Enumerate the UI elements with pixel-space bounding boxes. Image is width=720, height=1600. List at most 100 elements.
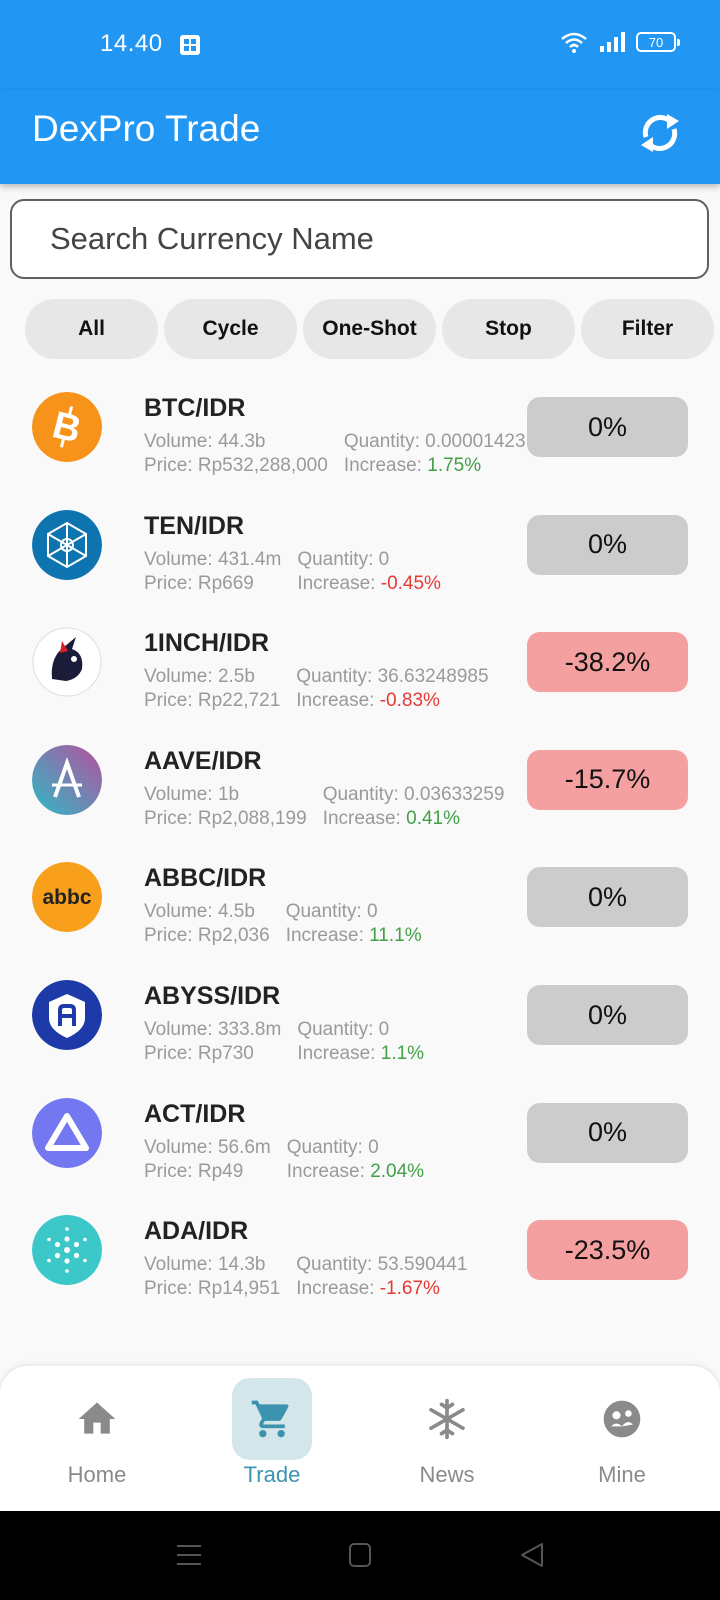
unicorn-icon [32,627,102,697]
nav-mine[interactable]: Mine [562,1378,682,1498]
chip-filter[interactable]: Filter [581,299,714,359]
coin-meta: Volume: 14.3b Quantity: 53.590441 Price: R… [144,1253,467,1301]
filter-chips: All Cycle One-Shot Stop Filter [25,299,714,359]
coin-meta: Volume: 2.5b Quantity: 36.63248985 Price: … [144,665,489,713]
percent-button[interactable]: 0% [527,1102,688,1163]
wifi-icon [561,32,587,53]
bottom-nav: Home Trade News Mine [0,1366,720,1511]
chip-all[interactable]: All [25,299,158,359]
increase-text: Increase: 2.04% [286,1160,425,1182]
quantity-text: Quantity: 0 [297,1019,390,1040]
pair-name: ACT/IDR [144,1099,246,1128]
search-input[interactable] [12,201,707,277]
volume-text: Volume: 2.5b [144,666,255,688]
face-icon [603,1400,641,1438]
percent-button[interactable]: -38.2% [527,632,688,693]
percent-button[interactable]: 0% [527,867,688,928]
coin-meta: Volume: 333.8m Quantity: 0 Price: Rp730 Inc… [144,1018,424,1066]
percent-button[interactable]: 0% [527,985,688,1045]
search-box [10,199,709,279]
percent-button[interactable]: 0% [527,397,688,457]
increase-value: 1.1% [380,1043,425,1064]
quantity-text: Quantity: 0 [297,548,390,570]
refresh-icon[interactable] [630,103,690,163]
coin-row[interactable]: TEN/IDR Volume: 431.4m Quantity: 0 Price: R… [0,509,720,630]
coin-row[interactable]: ACT/IDR Volume: 56.6m Quantity: 0 Price: Rp… [0,1097,720,1218]
nav-news-label: News [419,1462,475,1487]
cardano-icon [32,1215,102,1286]
abbc-icon: abbc [32,862,102,933]
pair-name: BTC/IDR [144,394,246,422]
abyss-icon [32,980,102,1050]
status-bar: 14.40 70 [0,0,720,90]
price-text: Price: Rp14,951 [144,1278,281,1300]
increase-value: 1.75% [427,455,482,476]
battery-level: 70 [648,34,664,50]
back-triangle-icon[interactable] [519,1542,545,1568]
coin-row[interactable]: AAVE/IDR Volume: 1b Quantity: 0.03633259 Pr… [0,744,720,865]
quantity-text: Quantity: 0.03633259 [322,783,505,805]
increase-text: Increase: -0.83% [296,690,440,712]
pair-name: AAVE/IDR [144,746,262,775]
coin-meta: Volume: 44.3b Quantity: 0.00001423 Price: … [144,430,526,478]
chip-stop[interactable]: Stop [442,299,575,359]
coin-row[interactable]: abbc ABBC/IDR Volume: 4.5b Quantity: 0 Price… [0,862,720,982]
coin-row[interactable]: ABYSS/IDR Volume: 333.8m Quantity: 0 Price:… [0,980,720,1100]
price-text: Price: Rp2,088,199 [144,807,307,829]
coin-meta: Volume: 4.5b Quantity: 0 Price: Rp2,036 Inc… [144,900,422,948]
percent-button[interactable]: -23.5% [527,1220,688,1281]
quantity-text: Quantity: 53.590441 [296,1254,468,1276]
nav-mine-label: Mine [598,1462,646,1487]
cart-icon [251,1400,289,1438]
menu-icon[interactable] [176,1543,202,1567]
status-time: 14.40 [100,30,163,57]
pair-name: TEN/IDR [144,511,244,540]
nav-trade[interactable]: Trade [212,1378,332,1498]
tokenomy-icon [32,509,102,580]
increase-value: 11.1% [369,925,422,947]
increase-value: 2.04% [370,1160,425,1182]
nav-trade-label: Trade [243,1462,301,1487]
increase-value: 0.41% [406,807,460,829]
volume-text: Volume: 56.6m [144,1136,271,1158]
achain-icon [32,1097,102,1168]
coin-row[interactable]: ADA/IDR Volume: 14.3b Quantity: 53.590441 P… [0,1215,720,1335]
bitcoin-icon: B [32,392,102,462]
home-square-icon[interactable] [348,1542,372,1568]
price-text: Price: Rp49 [144,1160,244,1182]
price-text: Price: Rp22,721 [144,690,281,712]
nav-home[interactable]: Home [37,1378,157,1498]
price-text: Price: Rp669 [144,572,254,594]
pair-name: 1INCH/IDR [144,629,270,658]
volume-text: Volume: 1b [144,783,240,805]
percent-button[interactable]: -15.7% [527,749,688,810]
increase-text: Increase: 1.1% [297,1043,425,1064]
coin-row[interactable]: B BTC/IDR Volume: 44.3b Quantity: 0.0000142… [0,392,720,512]
coin-row[interactable]: 1INCH/IDR Volume: 2.5b Quantity: 36.632489… [0,627,720,747]
nav-news[interactable]: News [387,1378,507,1498]
pair-name: ABYSS/IDR [144,982,281,1010]
price-text: Price: Rp2,036 [144,925,270,947]
increase-value: -0.83% [379,690,440,712]
nav-home-label: Home [67,1462,127,1487]
coin-meta: Volume: 431.4m Quantity: 0 Price: Rp669 Inc… [144,548,441,596]
snowflake-icon [429,1398,465,1440]
chip-cycle[interactable]: Cycle [164,299,297,359]
system-nav-bar [0,1511,720,1600]
svg-text:abbc: abbc [42,886,91,909]
price-text: Price: Rp730 [144,1043,254,1064]
increase-text: Increase: 11.1% [285,925,422,947]
chip-one-shot[interactable]: One-Shot [303,299,436,359]
coin-meta: Volume: 56.6m Quantity: 0 Price: Rp49 Incre… [144,1136,424,1184]
increase-text: Increase: 0.41% [322,807,460,829]
quantity-text: Quantity: 0.00001423 [343,431,526,452]
volume-text: Volume: 4.5b [144,901,255,923]
app-bar: DexPro Trade [0,90,720,184]
increase-value: -1.67% [379,1278,440,1300]
volume-text: Volume: 333.8m [144,1019,282,1040]
percent-button[interactable]: 0% [527,514,688,575]
increase-text: Increase: 1.75% [343,455,482,476]
sim-card-icon [180,35,200,55]
volume-text: Volume: 431.4m [144,548,282,570]
increase-value: -0.45% [380,572,441,594]
